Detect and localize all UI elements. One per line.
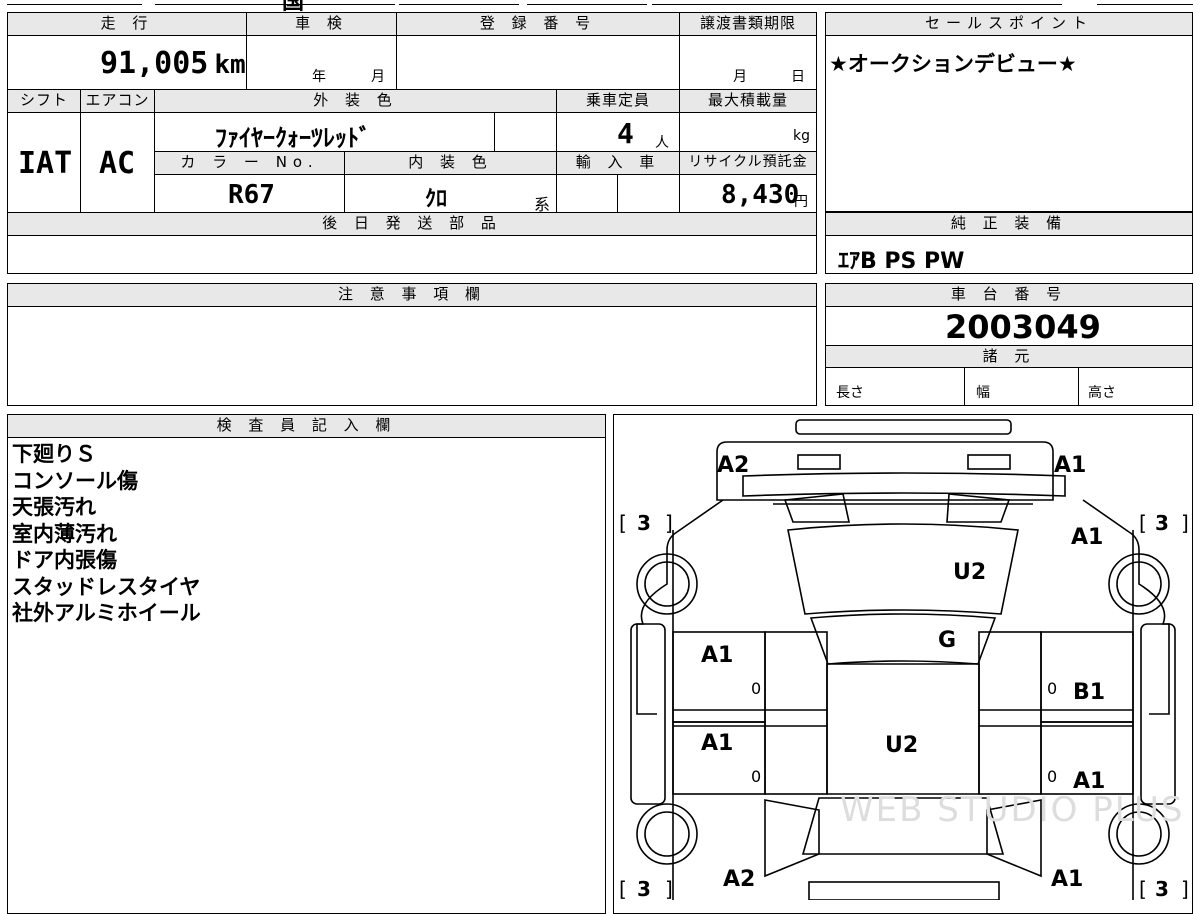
recycle-fee-value: 8,430 bbox=[721, 180, 800, 210]
interior-color-value: ｸﾛ bbox=[425, 187, 448, 212]
remark-line: 天張汚れ bbox=[12, 495, 96, 519]
diagram-windshield: U2 bbox=[953, 560, 986, 585]
remark-line: スタッドレスタイヤ bbox=[12, 574, 201, 599]
diagram-door-front-left: A1 bbox=[701, 643, 733, 668]
transfer-deadline-label: 譲渡書類期限 bbox=[679, 12, 817, 36]
inspection-month: 月 bbox=[371, 69, 385, 85]
tire-rear-right: 3 bbox=[1155, 877, 1169, 900]
diagram-front-right: A1 bbox=[1054, 453, 1086, 478]
inspection-year: 年 bbox=[312, 69, 326, 85]
diagram-glass: G bbox=[938, 628, 956, 653]
svg-text:[: [ bbox=[1139, 511, 1147, 535]
equipment-text: ｴｱB PS PW bbox=[838, 249, 965, 274]
shift-label: シフト bbox=[7, 89, 81, 113]
svg-text:]: ] bbox=[1181, 877, 1189, 900]
exterior-color-label: 外 装 色 bbox=[154, 89, 557, 113]
sales-point-text: ★オークションデビュー★ bbox=[829, 52, 1077, 76]
top-fragment-strip bbox=[7, 0, 1193, 5]
color-no-label: カ ラ ー No. bbox=[154, 151, 345, 175]
svg-text:[: [ bbox=[1139, 877, 1147, 900]
notes-label: 注 意 事 項 欄 bbox=[7, 283, 817, 307]
capacity-unit: 人 bbox=[655, 135, 669, 151]
svg-text:[: [ bbox=[619, 877, 627, 900]
max-load-label: 最大積載量 bbox=[679, 89, 817, 113]
ac-label: エアコン bbox=[80, 89, 155, 113]
diagram-roof: U2 bbox=[885, 733, 918, 758]
diagram-rear-right: A1 bbox=[1051, 867, 1083, 892]
color-no-value: R67 bbox=[228, 180, 275, 210]
tire-rear-left: 3 bbox=[637, 877, 651, 900]
mileage-unit: km bbox=[214, 50, 246, 80]
mileage-value: 91,005 km bbox=[100, 46, 246, 81]
diagram-front-left: A2 bbox=[717, 453, 749, 478]
remark-line: 室内薄汚れ bbox=[12, 521, 117, 546]
mileage-number: 91,005 bbox=[100, 46, 209, 81]
import-label: 輸 入 車 bbox=[556, 151, 680, 175]
recycle-fee-unit: 円 bbox=[794, 194, 808, 210]
mileage-label: 走 行 bbox=[7, 12, 247, 36]
remark-line: 社外アルミホイール bbox=[12, 601, 201, 625]
inspector-remarks: 下廻りＳ コンソール傷 天張汚れ 室内薄汚れ ドア内張傷 スタッドレスタイヤ 社… bbox=[12, 441, 201, 627]
specs-label: 諸 元 bbox=[825, 345, 1193, 368]
capacity-value: 4 bbox=[617, 117, 634, 150]
later-parts-label: 後 日 発 送 部 品 bbox=[7, 212, 817, 236]
remark-line: ドア内張傷 bbox=[12, 548, 117, 572]
watermark: WEB STUDIO PLUS bbox=[840, 790, 1185, 830]
diagram-fender-right: A1 bbox=[1071, 525, 1103, 550]
remark-line: 下廻りＳ bbox=[12, 442, 96, 466]
transfer-month: 月 bbox=[733, 69, 747, 85]
exterior-color-value: ﾌｧｲﾔｰｸｫｰﾂﾚｯﾄﾞ bbox=[215, 124, 371, 152]
shift-value: IAT bbox=[18, 146, 73, 181]
remark-line: コンソール傷 bbox=[12, 468, 138, 493]
inspection-label: 車 検 bbox=[246, 12, 397, 36]
recycle-fee-label: リサイクル預託金 bbox=[679, 151, 817, 175]
sales-point-label: セールスポイント bbox=[825, 12, 1193, 36]
diagram-door-rear-right-sub: 0 bbox=[1047, 767, 1057, 786]
interior-color-label: 内 装 色 bbox=[344, 151, 557, 175]
svg-text:[: [ bbox=[619, 511, 627, 535]
tire-front-right: 3 bbox=[1155, 511, 1169, 535]
sales-point-box bbox=[825, 12, 1193, 212]
capacity-label: 乗車定員 bbox=[556, 89, 680, 113]
spec-width: 幅 bbox=[976, 385, 990, 401]
diagram-door-front-right: B1 bbox=[1073, 680, 1105, 705]
chassis-label: 車 台 番 号 bbox=[825, 283, 1193, 307]
equipment-label: 純 正 装 備 bbox=[825, 212, 1193, 236]
diagram-rear-left: A2 bbox=[723, 867, 755, 892]
diagram-door-rear-left-sub: 0 bbox=[751, 767, 761, 786]
svg-text:]: ] bbox=[665, 511, 673, 535]
transfer-day: 日 bbox=[791, 69, 805, 85]
diagram-door-front-left-sub: 0 bbox=[751, 679, 761, 698]
registration-label: 登 録 番 号 bbox=[396, 12, 680, 36]
svg-text:]: ] bbox=[1181, 511, 1189, 535]
diagram-door-front-right-sub: 0 bbox=[1047, 679, 1057, 698]
diagram-door-rear-left: A1 bbox=[701, 731, 733, 756]
spec-length: 長さ bbox=[836, 385, 864, 401]
svg-text:]: ] bbox=[665, 877, 673, 900]
spec-height: 高さ bbox=[1088, 385, 1116, 401]
max-load-unit: kg bbox=[793, 128, 810, 144]
inspector-label: 検 査 員 記 入 欄 bbox=[7, 414, 606, 438]
chassis-number: 2003049 bbox=[945, 308, 1101, 346]
ac-value: AC bbox=[99, 146, 136, 181]
tire-front-left: 3 bbox=[637, 511, 651, 535]
